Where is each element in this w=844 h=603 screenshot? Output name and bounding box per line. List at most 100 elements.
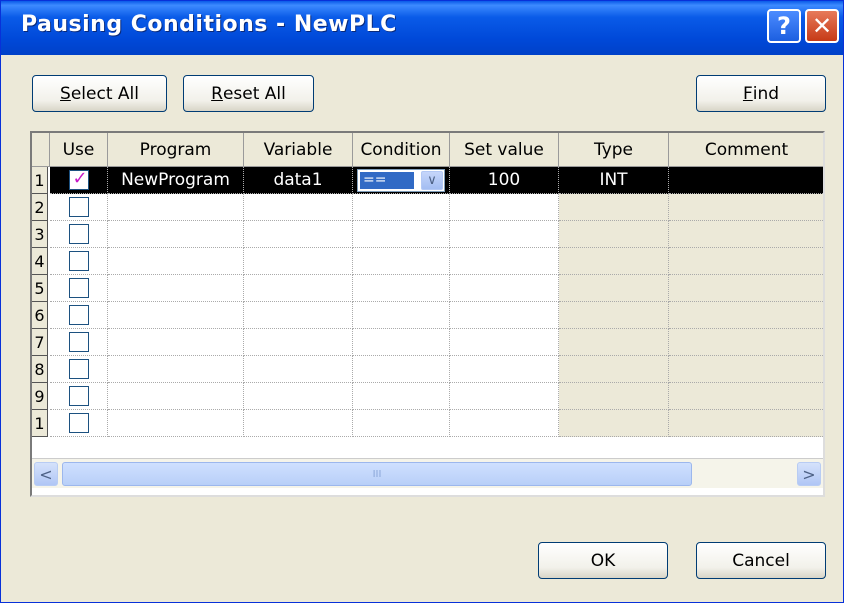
cell-comment[interactable] (669, 410, 823, 437)
use-checkbox[interactable] (68, 359, 89, 379)
cell-variable[interactable] (244, 302, 353, 329)
cell-use[interactable] (50, 194, 108, 221)
cell-program[interactable] (108, 329, 244, 356)
cell-type[interactable] (559, 275, 669, 302)
table-row[interactable]: 3 (32, 221, 823, 248)
use-checkbox[interactable] (68, 413, 89, 433)
cell-use[interactable] (50, 383, 108, 410)
cell-comment[interactable] (669, 248, 823, 275)
cell-program[interactable] (108, 383, 244, 410)
cell-variable[interactable] (244, 410, 353, 437)
header-program[interactable]: Program (108, 133, 244, 167)
table-row[interactable]: 5 (32, 275, 823, 302)
cell-set-value[interactable] (450, 275, 559, 302)
conditions-table[interactable]: Use Program Variable Condition Set value… (30, 131, 825, 497)
row-number[interactable]: 1 (32, 167, 48, 194)
row-number[interactable]: 9 (32, 383, 48, 410)
select-all-button[interactable]: Select All (32, 75, 167, 112)
cell-program[interactable] (108, 248, 244, 275)
condition-select[interactable]: == ∨ (357, 169, 445, 192)
cell-type[interactable] (559, 221, 669, 248)
cell-condition[interactable] (353, 194, 450, 221)
row-number[interactable]: 3 (32, 221, 48, 248)
use-checkbox[interactable] (68, 278, 89, 298)
header-variable[interactable]: Variable (244, 133, 353, 167)
cell-program[interactable]: NewProgram (108, 167, 244, 194)
cell-program[interactable] (108, 356, 244, 383)
cell-variable[interactable]: data1 (244, 167, 353, 194)
cell-set-value[interactable] (450, 329, 559, 356)
cell-type[interactable] (559, 248, 669, 275)
cell-condition[interactable] (353, 302, 450, 329)
cell-use[interactable] (50, 329, 108, 356)
scroll-thumb[interactable]: III (62, 462, 692, 486)
cell-comment[interactable] (669, 302, 823, 329)
cell-variable[interactable] (244, 356, 353, 383)
table-row[interactable]: 1 NewProgramdata1 == ∨ 100INT (32, 167, 823, 194)
cell-use[interactable] (50, 248, 108, 275)
cell-program[interactable] (108, 221, 244, 248)
row-number[interactable]: 1 (32, 410, 48, 437)
cell-type[interactable]: INT (559, 167, 669, 194)
cell-comment[interactable] (669, 275, 823, 302)
cell-type[interactable] (559, 410, 669, 437)
cell-program[interactable] (108, 302, 244, 329)
cell-comment[interactable] (669, 221, 823, 248)
cell-condition[interactable] (353, 221, 450, 248)
cell-condition[interactable] (353, 383, 450, 410)
table-row[interactable]: 4 (32, 248, 823, 275)
cell-type[interactable] (559, 302, 669, 329)
cell-use[interactable] (50, 356, 108, 383)
use-checkbox[interactable] (68, 224, 89, 244)
cell-condition[interactable] (353, 275, 450, 302)
use-checkbox[interactable] (68, 197, 89, 217)
cell-set-value[interactable] (450, 383, 559, 410)
table-row[interactable]: 2 (32, 194, 823, 221)
cell-use[interactable] (50, 221, 108, 248)
row-number[interactable]: 6 (32, 302, 48, 329)
cell-variable[interactable] (244, 275, 353, 302)
header-type[interactable]: Type (559, 133, 669, 167)
row-number[interactable]: 7 (32, 329, 48, 356)
cell-type[interactable] (559, 356, 669, 383)
cell-use[interactable] (50, 167, 108, 194)
use-checkbox[interactable] (68, 305, 89, 325)
reset-all-button[interactable]: Reset All (183, 75, 314, 112)
cell-variable[interactable] (244, 194, 353, 221)
cell-variable[interactable] (244, 221, 353, 248)
cell-comment[interactable] (669, 383, 823, 410)
row-number[interactable]: 8 (32, 356, 48, 383)
cell-set-value[interactable] (450, 194, 559, 221)
ok-button[interactable]: OK (538, 542, 668, 579)
cell-set-value[interactable] (450, 410, 559, 437)
use-checkbox[interactable] (68, 168, 89, 190)
cell-set-value[interactable] (450, 221, 559, 248)
cell-type[interactable] (559, 329, 669, 356)
cell-set-value[interactable] (450, 356, 559, 383)
use-checkbox[interactable] (68, 251, 89, 271)
cell-set-value[interactable] (450, 248, 559, 275)
chevron-down-icon[interactable]: ∨ (421, 171, 443, 190)
cell-variable[interactable] (244, 383, 353, 410)
cell-use[interactable] (50, 302, 108, 329)
title-bar[interactable]: Pausing Conditions - NewPLC ? ✕ (1, 1, 843, 55)
horizontal-scrollbar[interactable]: < III > (32, 458, 823, 488)
table-row[interactable]: 6 (32, 302, 823, 329)
close-button[interactable]: ✕ (805, 9, 839, 43)
cell-program[interactable] (108, 410, 244, 437)
cell-use[interactable] (50, 410, 108, 437)
cell-program[interactable] (108, 275, 244, 302)
use-checkbox[interactable] (68, 386, 89, 406)
header-comment[interactable]: Comment (669, 133, 823, 167)
cell-set-value[interactable]: 100 (450, 167, 559, 194)
header-set-value[interactable]: Set value (450, 133, 559, 167)
cell-type[interactable] (559, 383, 669, 410)
cell-variable[interactable] (244, 329, 353, 356)
cell-variable[interactable] (244, 248, 353, 275)
scroll-right-button[interactable]: > (797, 462, 821, 486)
cell-comment[interactable] (669, 194, 823, 221)
cell-type[interactable] (559, 194, 669, 221)
header-use[interactable]: Use (50, 133, 108, 167)
cell-comment[interactable] (669, 329, 823, 356)
cell-set-value[interactable] (450, 302, 559, 329)
